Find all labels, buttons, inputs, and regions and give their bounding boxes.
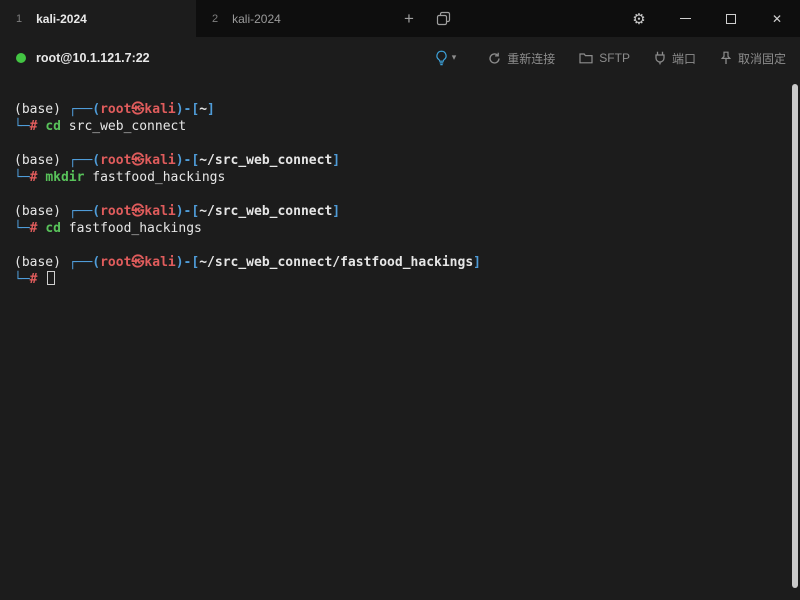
prompt-open: ┌──( [68, 204, 101, 219]
command-line: └─# mkdir fastfood_hackings [14, 169, 786, 186]
prompt-close: ] [207, 102, 215, 117]
conda-env: (base) [14, 255, 69, 270]
chevron-down-icon: ▾ [451, 53, 457, 63]
prompt-close: ] [332, 204, 341, 219]
prompt-line: (base) ┌──(root㉿kali)-[~] [14, 101, 786, 118]
terminal-block: (base) ┌──(root㉿kali)-[~/src_web_connect… [14, 203, 786, 237]
prompt-hash: # [29, 119, 46, 134]
terminal-cursor [47, 271, 56, 285]
prompt-corner: └─ [14, 119, 30, 134]
folder-icon [579, 52, 593, 64]
titlebar: 1 kali-2024 2 kali-2024 + ⚙ ✕ [0, 0, 800, 37]
host-address: root@10.1.121.7:22 [36, 51, 150, 65]
plus-icon: + [404, 9, 414, 28]
copy-stack-icon [436, 11, 451, 26]
prompt-line: (base) ┌──(root㉿kali)-[~/src_web_connect… [14, 203, 786, 220]
prompt-userhost: root㉿kali [100, 255, 176, 270]
command: cd [45, 119, 61, 134]
prompt-close: ] [332, 153, 341, 168]
plug-icon [654, 51, 666, 65]
prompt-open: ┌──( [68, 102, 101, 117]
tab-2[interactable]: 2 kali-2024 [196, 0, 392, 37]
command: mkdir [45, 170, 85, 185]
unpin-label: 取消固定 [737, 51, 786, 66]
pin-icon [720, 51, 732, 65]
prompt-userhost: root㉿kali [100, 102, 176, 117]
scrollbar[interactable] [792, 84, 798, 588]
close-button[interactable]: ✕ [754, 0, 800, 37]
prompt-userhost: root㉿kali [100, 153, 176, 168]
prompt-path: ~/src_web_connect [199, 153, 333, 168]
prompt-mid: )-[ [175, 255, 200, 270]
prompt-open: ┌──( [68, 255, 101, 270]
command-line: └─# cd fastfood_hackings [14, 220, 786, 237]
new-tab-button[interactable]: + [392, 0, 426, 37]
prompt-mid: )-[ [175, 153, 200, 168]
prompt-line: (base) ┌──(root㉿kali)-[~/src_web_connect… [14, 254, 786, 271]
terminal-block: (base) ┌──(root㉿kali)-[~/src_web_connect… [14, 152, 786, 186]
titlebar-spacer [460, 0, 616, 37]
connection-toolbar: root@10.1.121.7:22 ▾ 重新连接 SFTP 端口 取消固定 [0, 37, 800, 79]
command-args: fastfood_hackings [60, 221, 202, 236]
prompt-hash: # [29, 272, 46, 287]
sftp-label: SFTP [599, 51, 630, 65]
prompt-mid: )-[ [175, 204, 200, 219]
terminal-block-current: (base) ┌──(root㉿kali)-[~/src_web_connect… [14, 254, 786, 288]
prompt-hash: # [29, 170, 46, 185]
reconnect-label: 重新连接 [507, 51, 556, 66]
terminal-output[interactable]: (base) ┌──(root㉿kali)-[~] └─# cd src_web… [0, 79, 800, 600]
connection-status-dot [16, 53, 26, 63]
prompt-userhost: root㉿kali [100, 204, 176, 219]
port-label: 端口 [671, 51, 696, 66]
minimize-button[interactable] [662, 0, 708, 37]
reconnect-button[interactable]: 重新连接 [488, 50, 555, 67]
hints-dropdown[interactable]: ▾ [435, 50, 457, 66]
gear-icon: ⚙ [632, 9, 646, 28]
conda-env: (base) [14, 204, 69, 219]
tab-1-index: 1 [16, 12, 23, 25]
minimize-icon [679, 18, 691, 19]
prompt-mid: )-[ [175, 102, 200, 117]
tab-2-index: 2 [212, 12, 219, 25]
unpin-button[interactable]: 取消固定 [720, 50, 786, 67]
command-args: fastfood_hackings [84, 170, 226, 185]
connbar-actions: ▾ 重新连接 SFTP 端口 取消固定 [435, 50, 786, 67]
prompt-corner: └─ [14, 221, 30, 236]
refresh-icon [488, 52, 501, 65]
maximize-button[interactable] [708, 0, 754, 37]
command-line: └─# [14, 271, 786, 288]
prompt-corner: └─ [14, 272, 30, 287]
tab-2-label: kali-2024 [232, 11, 281, 26]
prompt-hash: # [29, 221, 46, 236]
maximize-icon [726, 13, 736, 24]
conda-env: (base) [14, 102, 69, 117]
terminal-block: (base) ┌──(root㉿kali)-[~] └─# cd src_web… [14, 101, 786, 135]
prompt-line: (base) ┌──(root㉿kali)-[~/src_web_connect… [14, 152, 786, 169]
sftp-button[interactable]: SFTP [579, 51, 630, 65]
prompt-open: ┌──( [68, 153, 101, 168]
conda-env: (base) [14, 153, 69, 168]
command-line: └─# cd src_web_connect [14, 118, 786, 135]
lightbulb-icon [435, 50, 448, 66]
tab-1[interactable]: 1 kali-2024 [0, 0, 196, 37]
tab-1-label: kali-2024 [36, 11, 87, 26]
port-button[interactable]: 端口 [654, 50, 696, 67]
duplicate-session-button[interactable] [426, 0, 460, 37]
settings-button[interactable]: ⚙ [616, 0, 662, 37]
command-args: src_web_connect [60, 119, 187, 134]
prompt-path: ~/src_web_connect [199, 204, 333, 219]
command: cd [45, 221, 61, 236]
prompt-close: ] [473, 255, 481, 270]
close-icon: ✕ [771, 11, 783, 26]
prompt-path: ~ [199, 102, 208, 117]
prompt-corner: └─ [14, 170, 30, 185]
prompt-path: ~/src_web_connect/fastfood_hackings [199, 255, 474, 270]
